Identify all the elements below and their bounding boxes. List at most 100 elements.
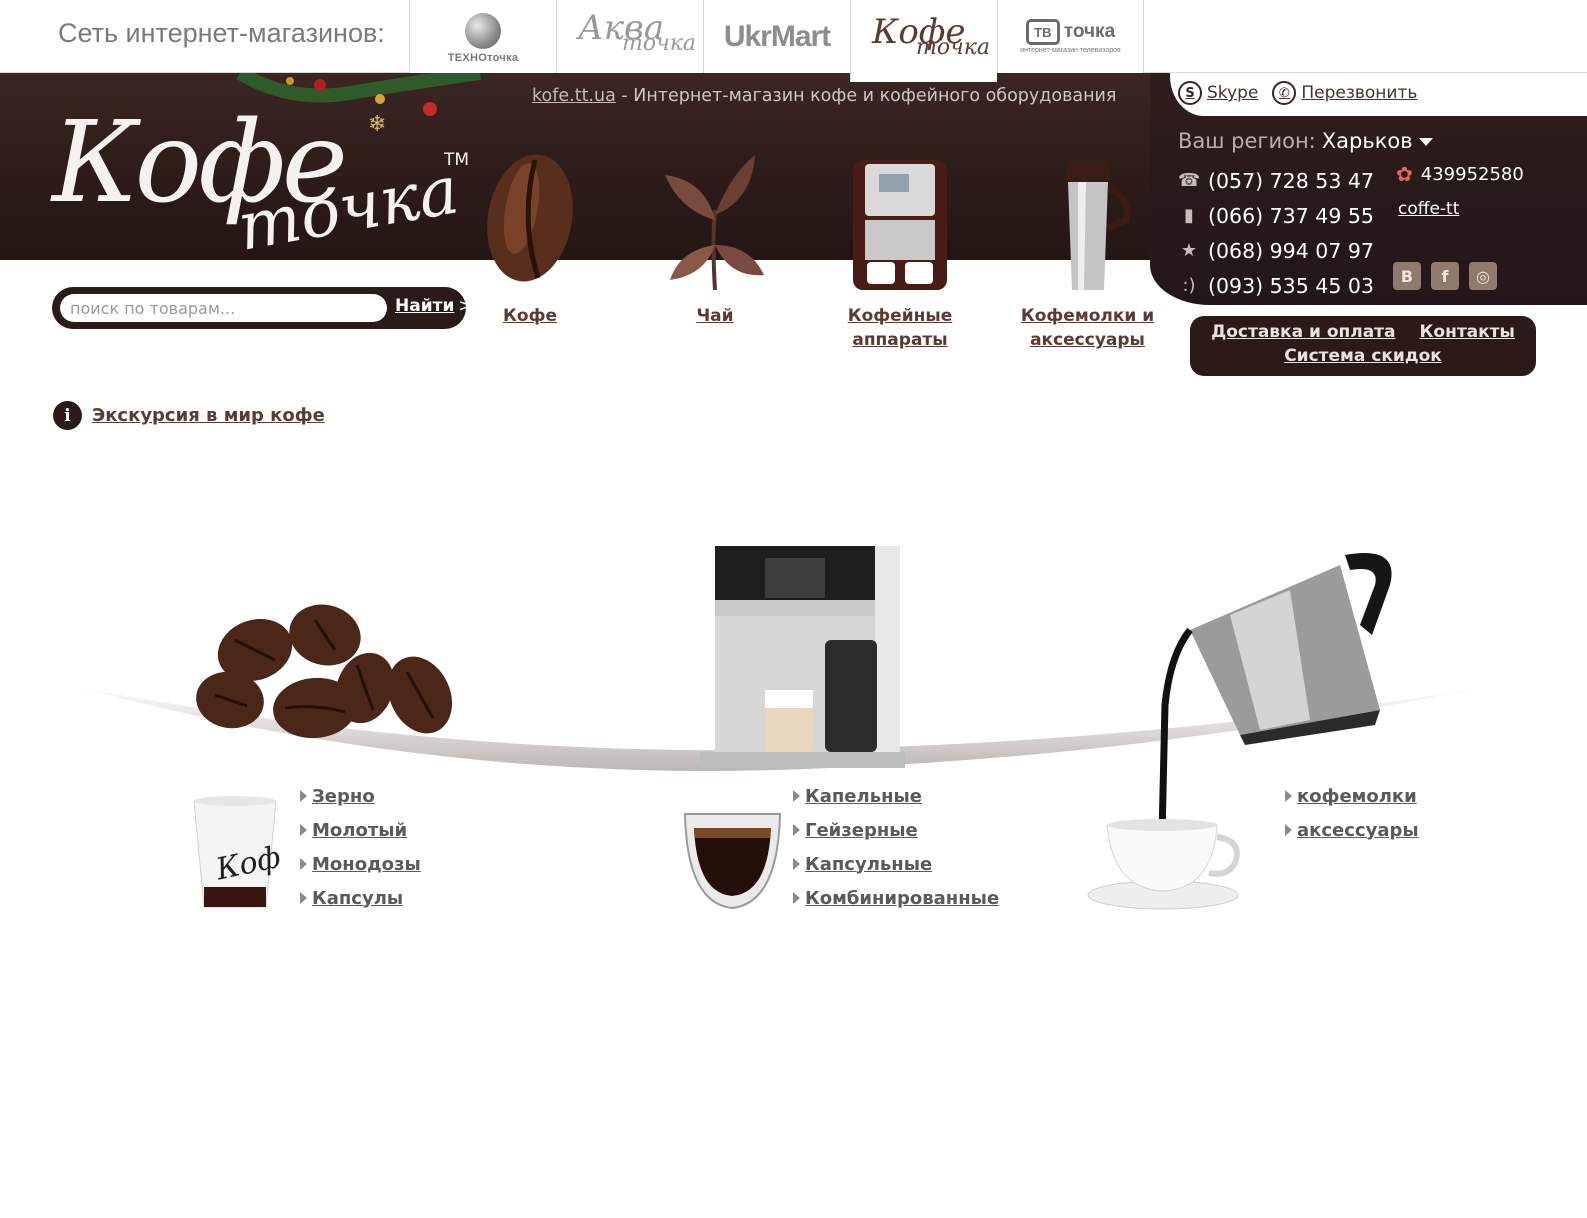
category-grinders-accessories[interactable]: Кофемолки и аксессуары bbox=[1015, 150, 1160, 352]
network-label: Сеть интернет-магазинов: bbox=[58, 18, 385, 48]
shop-kofetochka[interactable]: Кофе точка bbox=[850, 0, 997, 82]
search-bar: Найти>>> bbox=[52, 287, 501, 329]
phone-life: :) (093) 535 45 03 bbox=[1178, 268, 1374, 303]
subcategory-item[interactable]: Капсулы bbox=[300, 881, 421, 915]
phone-number: (068) 994 07 97 bbox=[1208, 238, 1374, 263]
search-input[interactable] bbox=[60, 294, 387, 322]
subcategory-item[interactable]: кофемолки bbox=[1285, 779, 1419, 813]
shop-tvtochka[interactable]: ТВ точка интернет-магазин телевизоров bbox=[997, 0, 1144, 73]
technotochka-logo: ТЕХНОточка bbox=[448, 9, 519, 64]
category-tea-label[interactable]: Чай bbox=[655, 304, 775, 328]
social-links: В f ◎ bbox=[1393, 262, 1497, 290]
phone-number: (066) 737 49 55 bbox=[1208, 203, 1374, 228]
subcategory-item[interactable]: Капсульные bbox=[793, 847, 999, 881]
info-icon: i bbox=[53, 401, 82, 430]
callback-link[interactable]: ✆ Перезвонить bbox=[1272, 81, 1417, 105]
akvatochka-logo: Аква точка bbox=[570, 9, 696, 65]
shop-ukrmart[interactable]: UkrMart bbox=[703, 0, 850, 73]
coffee-tour: i Экскурсия в мир кофе bbox=[53, 401, 325, 430]
phone-kyivstar-landline: ☎ (057) 728 53 47 bbox=[1178, 163, 1374, 198]
subcategory-accessories[interactable]: аксессуары bbox=[1297, 820, 1419, 841]
phone-number: (093) 535 45 03 bbox=[1208, 273, 1374, 298]
tea-leaves-icon bbox=[665, 155, 764, 291]
subcategory-item[interactable]: Монодозы bbox=[300, 847, 421, 881]
category-coffee-machines-line2: аппараты bbox=[852, 330, 948, 350]
subcategory-monodoses[interactable]: Монодозы bbox=[312, 854, 421, 875]
coffee-bean-icon bbox=[487, 154, 573, 282]
coffee-beans-image[interactable] bbox=[185, 600, 460, 750]
telephone-icon: ☎ bbox=[1178, 170, 1201, 191]
subcategory-item[interactable]: Гейзерные bbox=[793, 813, 999, 847]
arrow-right-icon bbox=[793, 824, 800, 836]
category-coffee-machines-label[interactable]: Кофейные аппараты bbox=[835, 304, 965, 352]
tagline-text: - Интернет-магазин кофе и кофейного обор… bbox=[615, 86, 1117, 106]
arrow-right-icon bbox=[300, 824, 307, 836]
subcategory-beans[interactable]: Зерно bbox=[312, 786, 375, 807]
shop-akvatochka[interactable]: Аква точка bbox=[556, 0, 703, 73]
subcategory-capsule-machines[interactable]: Капсульные bbox=[805, 854, 932, 875]
subcategory-item[interactable]: Молотый bbox=[300, 813, 421, 847]
region-selector[interactable]: Ваш регион: Харьков bbox=[1178, 129, 1433, 153]
subcategory-ground[interactable]: Молотый bbox=[312, 820, 407, 841]
arrow-right-icon bbox=[793, 790, 800, 802]
arrow-right-icon bbox=[793, 892, 800, 904]
paper-cup-image[interactable]: Коф bbox=[190, 795, 280, 915]
skype-link[interactable]: S Skype bbox=[1178, 81, 1258, 105]
category-tea[interactable]: Чай bbox=[655, 150, 775, 328]
globe-icon bbox=[465, 13, 501, 49]
mts-icon: ▮ bbox=[1184, 205, 1194, 226]
region-label: Ваш регион: bbox=[1178, 129, 1316, 153]
star-icon: ★ bbox=[1180, 240, 1198, 261]
category-coffee-machines[interactable]: Кофейные аппараты bbox=[835, 150, 965, 352]
ukrmart-logo: UkrMart bbox=[723, 19, 831, 53]
category-coffee[interactable]: Кофе bbox=[470, 150, 590, 328]
category-grinders-line1: Кофемолки и bbox=[1020, 306, 1155, 326]
arrow-right-icon bbox=[793, 858, 800, 870]
subcategory-capsules[interactable]: Капсулы bbox=[312, 888, 403, 909]
quick-links: Доставка и оплата Контакты Система скидок bbox=[1190, 316, 1536, 376]
tvtochka-logo-word: точка bbox=[1063, 21, 1116, 42]
region-city: Харьков bbox=[1321, 129, 1413, 153]
espresso-glass-image[interactable] bbox=[680, 808, 785, 913]
espresso-machine-image[interactable] bbox=[695, 540, 910, 775]
contact-links: S Skype ✆ Перезвонить bbox=[1178, 81, 1417, 105]
delivery-link[interactable]: Доставка и оплата bbox=[1211, 322, 1395, 342]
subcategory-item[interactable]: Капельные bbox=[793, 779, 999, 813]
arrow-right-icon bbox=[300, 892, 307, 904]
phone-number: (057) 728 53 47 bbox=[1208, 168, 1374, 193]
category-coffee-label[interactable]: Кофе bbox=[470, 304, 590, 328]
search-button-label: Найти bbox=[395, 296, 455, 316]
coffee-tour-link[interactable]: Экскурсия в мир кофе bbox=[92, 405, 325, 426]
phone-icon: ✆ bbox=[1272, 81, 1297, 105]
subcategory-combined[interactable]: Комбинированные bbox=[805, 888, 999, 909]
subcategory-item[interactable]: Зерно bbox=[300, 779, 421, 813]
site-link[interactable]: kofe.tt.ua bbox=[532, 86, 616, 106]
category-grinders-label[interactable]: Кофемолки и аксессуары bbox=[1015, 304, 1160, 352]
kofetochka-main-logo[interactable]: Кофе точка TM bbox=[52, 98, 482, 268]
callback-label: Перезвонить bbox=[1301, 83, 1418, 103]
skype-login-link[interactable]: coffe-tt bbox=[1398, 199, 1459, 219]
arrow-right-icon bbox=[1285, 824, 1292, 836]
technotochka-logo-text: ТЕХНОточка bbox=[447, 52, 519, 64]
subcategory-grinders[interactable]: кофемолки bbox=[1297, 786, 1417, 807]
cup-saucer-image[interactable] bbox=[1085, 815, 1245, 915]
coffee-subcategories: Зерно Молотый Монодозы Капсулы bbox=[300, 779, 421, 915]
subcategory-geyser[interactable]: Гейзерные bbox=[805, 820, 918, 841]
vkontakte-icon[interactable]: В bbox=[1393, 262, 1421, 290]
coffee-machine-icon bbox=[853, 160, 947, 290]
subcategory-item[interactable]: аксессуары bbox=[1285, 813, 1419, 847]
contacts-link[interactable]: Контакты bbox=[1420, 322, 1515, 342]
arrow-right-icon bbox=[1285, 790, 1292, 802]
skype-label: Skype bbox=[1207, 83, 1259, 103]
subcategory-item[interactable]: Комбинированные bbox=[793, 881, 999, 915]
akvatochka-logo-line2: точка bbox=[622, 30, 697, 56]
subcategory-drip[interactable]: Капельные bbox=[805, 786, 922, 807]
instagram-icon[interactable]: ◎ bbox=[1469, 262, 1497, 290]
site-tagline: kofe.tt.ua - Интернет-магазин кофе и коф… bbox=[532, 86, 1116, 106]
discounts-link[interactable]: Система скидок bbox=[1284, 346, 1442, 366]
shop-technotochka[interactable]: ТЕХНОточка bbox=[409, 0, 556, 73]
skype-icon: S bbox=[1178, 81, 1202, 105]
logo-trademark: TM bbox=[444, 150, 470, 170]
facebook-icon[interactable]: f bbox=[1431, 262, 1459, 290]
network-bar: Сеть интернет-магазинов: ТЕХНОточка Аква… bbox=[0, 0, 1587, 82]
